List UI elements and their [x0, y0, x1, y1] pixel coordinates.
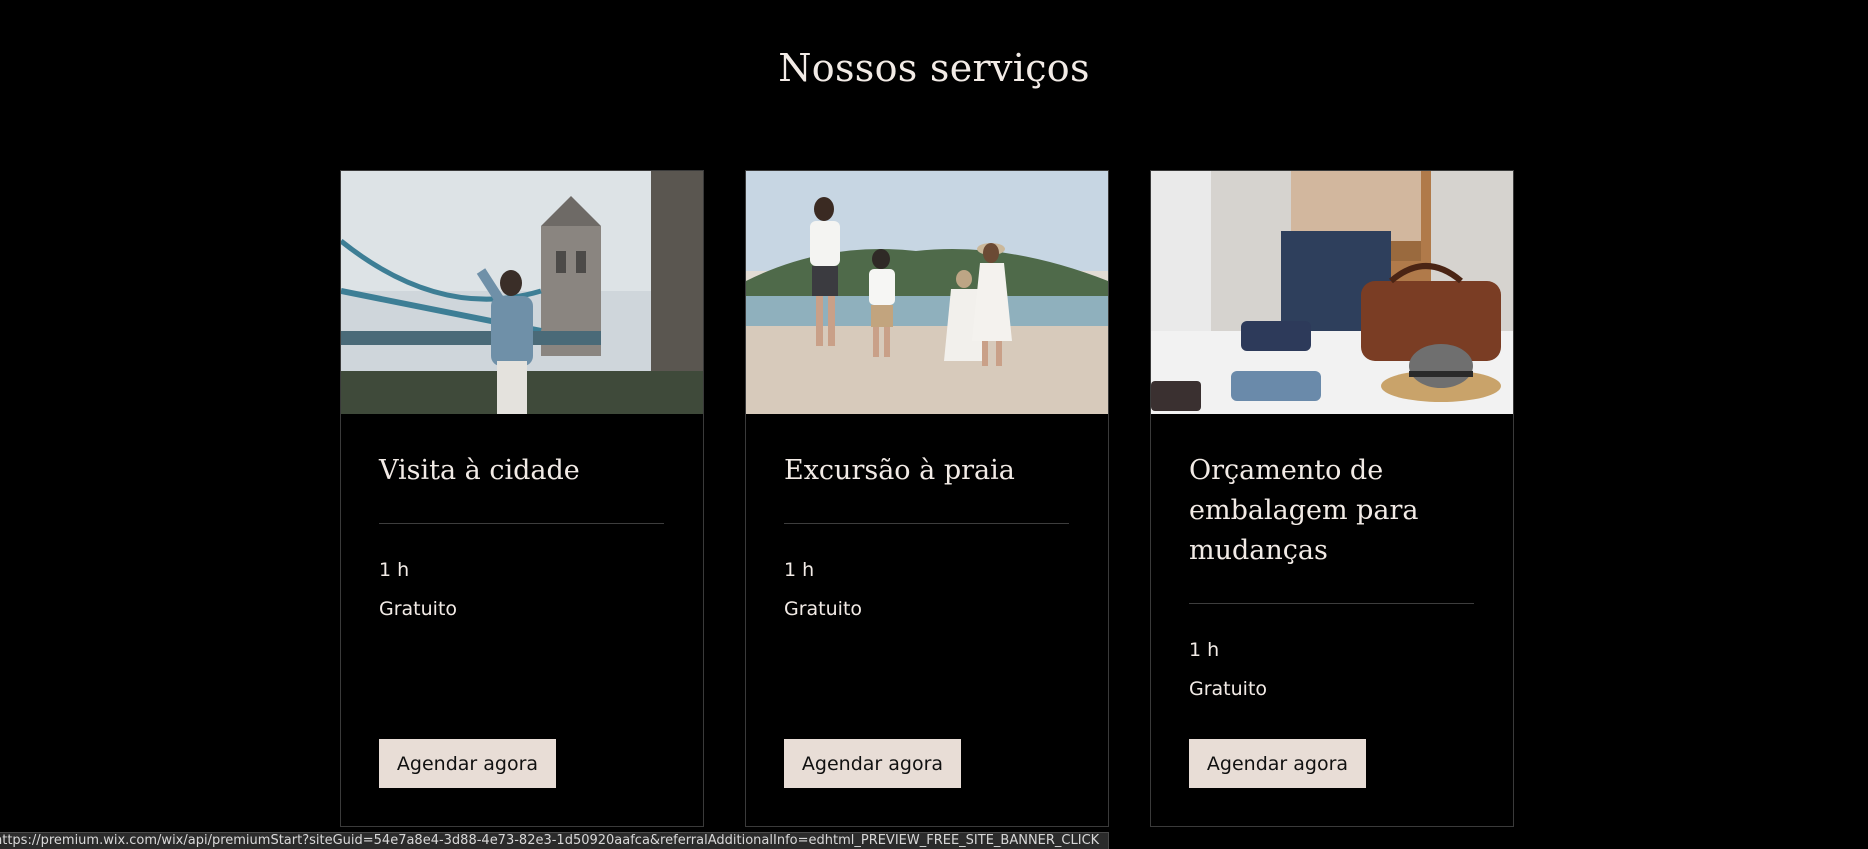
status-url: https://premium.wix.com/wix/api/premiumS…	[0, 833, 1100, 848]
service-price: Gratuito	[1189, 678, 1268, 700]
packing-bag-photo[interactable]	[1151, 171, 1513, 414]
book-now-button[interactable]: Agendar agora	[1189, 739, 1366, 788]
service-duration: 1 h	[784, 559, 815, 581]
book-now-button[interactable]: Agendar agora	[784, 739, 961, 788]
browser-status-bar: https://premium.wix.com/wix/api/premiumS…	[0, 832, 1109, 849]
divider	[784, 523, 1069, 524]
service-duration: 1 h	[1189, 639, 1220, 661]
service-card-city-tour: Visita à cidade 1 h Gratuito Agendar ago…	[340, 170, 704, 827]
service-price: Gratuito	[379, 598, 458, 620]
divider	[379, 523, 664, 524]
service-title: Visita à cidade	[379, 455, 580, 486]
divider	[1189, 603, 1474, 604]
page-title: Nossos serviços	[778, 46, 1090, 90]
service-price: Gratuito	[784, 598, 863, 620]
service-title: Orçamento de embalagem para mudanças	[1189, 455, 1419, 566]
service-card-moving-packing: Orçamento de embalagem para mudanças 1 h…	[1150, 170, 1514, 827]
service-title: Excursão à praia	[784, 455, 1015, 486]
service-duration: 1 h	[379, 559, 410, 581]
book-now-button[interactable]: Agendar agora	[379, 739, 556, 788]
beach-family-photo[interactable]	[746, 171, 1108, 414]
city-bridge-photo[interactable]	[341, 171, 703, 414]
service-card-beach-trip: Excursão à praia 1 h Gratuito Agendar ag…	[745, 170, 1109, 827]
